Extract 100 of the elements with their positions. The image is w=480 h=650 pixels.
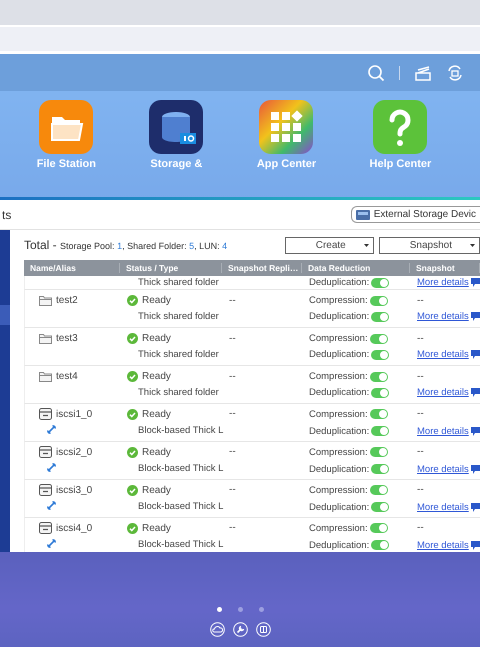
toggle-switch[interactable] <box>370 334 388 344</box>
folder-app-icon[interactable] <box>39 100 94 154</box>
app-grid-icon[interactable] <box>259 100 314 154</box>
toggle-switch[interactable] <box>370 372 388 382</box>
name-text[interactable]: test4 <box>56 371 78 382</box>
check-circle-icon <box>127 484 138 496</box>
toggle-switch[interactable] <box>370 447 388 457</box>
message-icon[interactable] <box>470 350 480 359</box>
name-text[interactable]: iscsi1_0 <box>56 408 92 420</box>
name-text[interactable]: iscsi4_0 <box>56 522 92 534</box>
page-dot[interactable] <box>258 607 264 612</box>
page-dot[interactable] <box>216 607 222 612</box>
toggle-switch[interactable] <box>371 350 390 360</box>
snapshot-text: -- <box>416 295 425 306</box>
toggle-switch[interactable] <box>370 296 388 306</box>
stacked-cards-icon[interactable] <box>414 64 432 80</box>
message-icon[interactable] <box>470 426 480 436</box>
dedup-label: Deduplication: <box>309 540 370 550</box>
check-circle-icon <box>127 295 138 306</box>
link-icon[interactable] <box>47 501 56 510</box>
dropdown-button[interactable]: Snapshot <box>378 236 480 254</box>
window-title: ts <box>1 208 12 222</box>
pause-circle-icon[interactable] <box>256 622 270 637</box>
caret-icon <box>364 244 369 246</box>
toggle-switch[interactable] <box>371 312 390 322</box>
dedup-label: Deduplication: <box>309 277 370 288</box>
type-text: Block-based Thick L <box>137 539 223 551</box>
sync-icon[interactable] <box>446 64 464 82</box>
type-text: Block-based Thick L <box>137 425 223 437</box>
link-icon[interactable] <box>47 425 56 434</box>
status-text: Ready <box>142 371 171 382</box>
caret-icon <box>470 244 475 246</box>
more-details-link[interactable]: More details <box>417 502 469 512</box>
snapshot-text: -- <box>416 333 425 344</box>
status-text: Ready <box>142 484 171 496</box>
name-text[interactable]: iscsi2_0 <box>56 446 92 458</box>
search-icon[interactable] <box>367 64 385 82</box>
toggle-switch[interactable] <box>370 409 388 419</box>
drive-icon <box>356 210 370 220</box>
snapshot-text: -- <box>416 371 425 382</box>
name-text[interactable]: test3 <box>56 333 78 344</box>
snapshot-text: -- <box>416 522 425 534</box>
message-icon[interactable] <box>470 388 480 397</box>
replication-text: -- <box>228 484 237 496</box>
snapshot-text: -- <box>416 446 425 458</box>
type-text: Thick shared folder <box>137 349 220 360</box>
dedup-label: Deduplication: <box>309 426 370 436</box>
page-dot[interactable] <box>238 607 242 612</box>
type-text: Thick shared folder <box>137 387 220 398</box>
message-icon[interactable] <box>470 540 480 550</box>
compression-label: Compression: <box>309 408 368 420</box>
more-details-link[interactable]: More details <box>417 311 469 322</box>
link-icon[interactable] <box>47 463 56 472</box>
external-storage-button[interactable]: External Storage Devic <box>350 206 480 223</box>
status-text: Ready <box>142 446 171 458</box>
wrench-icon[interactable] <box>232 622 248 637</box>
dedup-label: Deduplication: <box>309 311 370 322</box>
type-text: Block-based Thick L <box>137 501 223 513</box>
status-text: Ready <box>142 333 171 344</box>
name-text[interactable]: iscsi3_0 <box>56 484 92 496</box>
question-mark-icon[interactable] <box>373 100 428 154</box>
compression-label: Compression: <box>309 446 368 458</box>
dedup-label: Deduplication: <box>309 387 370 398</box>
toggle-switch[interactable] <box>370 485 388 495</box>
storage-app-icon[interactable] <box>149 100 204 154</box>
compression-label: Compression: <box>309 333 368 344</box>
more-details-link[interactable]: More details <box>417 349 469 360</box>
check-circle-icon <box>127 371 138 382</box>
more-details-link[interactable]: More details <box>417 277 469 288</box>
more-details-link[interactable]: More details <box>417 464 469 474</box>
replication-text: -- <box>228 333 237 344</box>
compression-label: Compression: <box>309 522 368 534</box>
status-text: Ready <box>142 408 171 420</box>
folder-icon <box>39 333 52 344</box>
link-icon[interactable] <box>47 539 56 548</box>
toggle-switch[interactable] <box>370 523 388 533</box>
message-icon[interactable] <box>470 464 480 474</box>
replication-text: -- <box>228 408 237 420</box>
toggle-switch[interactable] <box>371 426 390 436</box>
toggle-switch[interactable] <box>371 502 390 512</box>
summary-text: Total - Storage Pool: 1, Shared Folder: 5, LUN: 4 <box>24 238 228 252</box>
replication-text: -- <box>228 522 237 534</box>
toggle-switch[interactable] <box>371 278 390 288</box>
dedup-label: Deduplication: <box>309 502 370 512</box>
toggle-switch[interactable] <box>371 540 390 550</box>
name-text[interactable]: test2 <box>56 295 78 306</box>
message-icon[interactable] <box>470 312 480 321</box>
toggle-switch[interactable] <box>371 464 390 474</box>
folder-icon <box>39 371 52 382</box>
type-text: Thick shared folder <box>137 277 220 288</box>
cloud-icon[interactable] <box>210 622 224 637</box>
more-details-link[interactable]: More details <box>417 426 469 436</box>
dropdown-button[interactable]: Create <box>284 236 374 254</box>
compression-label: Compression: <box>309 295 368 306</box>
message-icon[interactable] <box>470 502 480 512</box>
status-text: Ready <box>142 522 171 534</box>
message-icon[interactable] <box>470 278 480 287</box>
more-details-link[interactable]: More details <box>417 540 469 550</box>
toggle-switch[interactable] <box>371 388 390 398</box>
more-details-link[interactable]: More details <box>417 387 469 398</box>
